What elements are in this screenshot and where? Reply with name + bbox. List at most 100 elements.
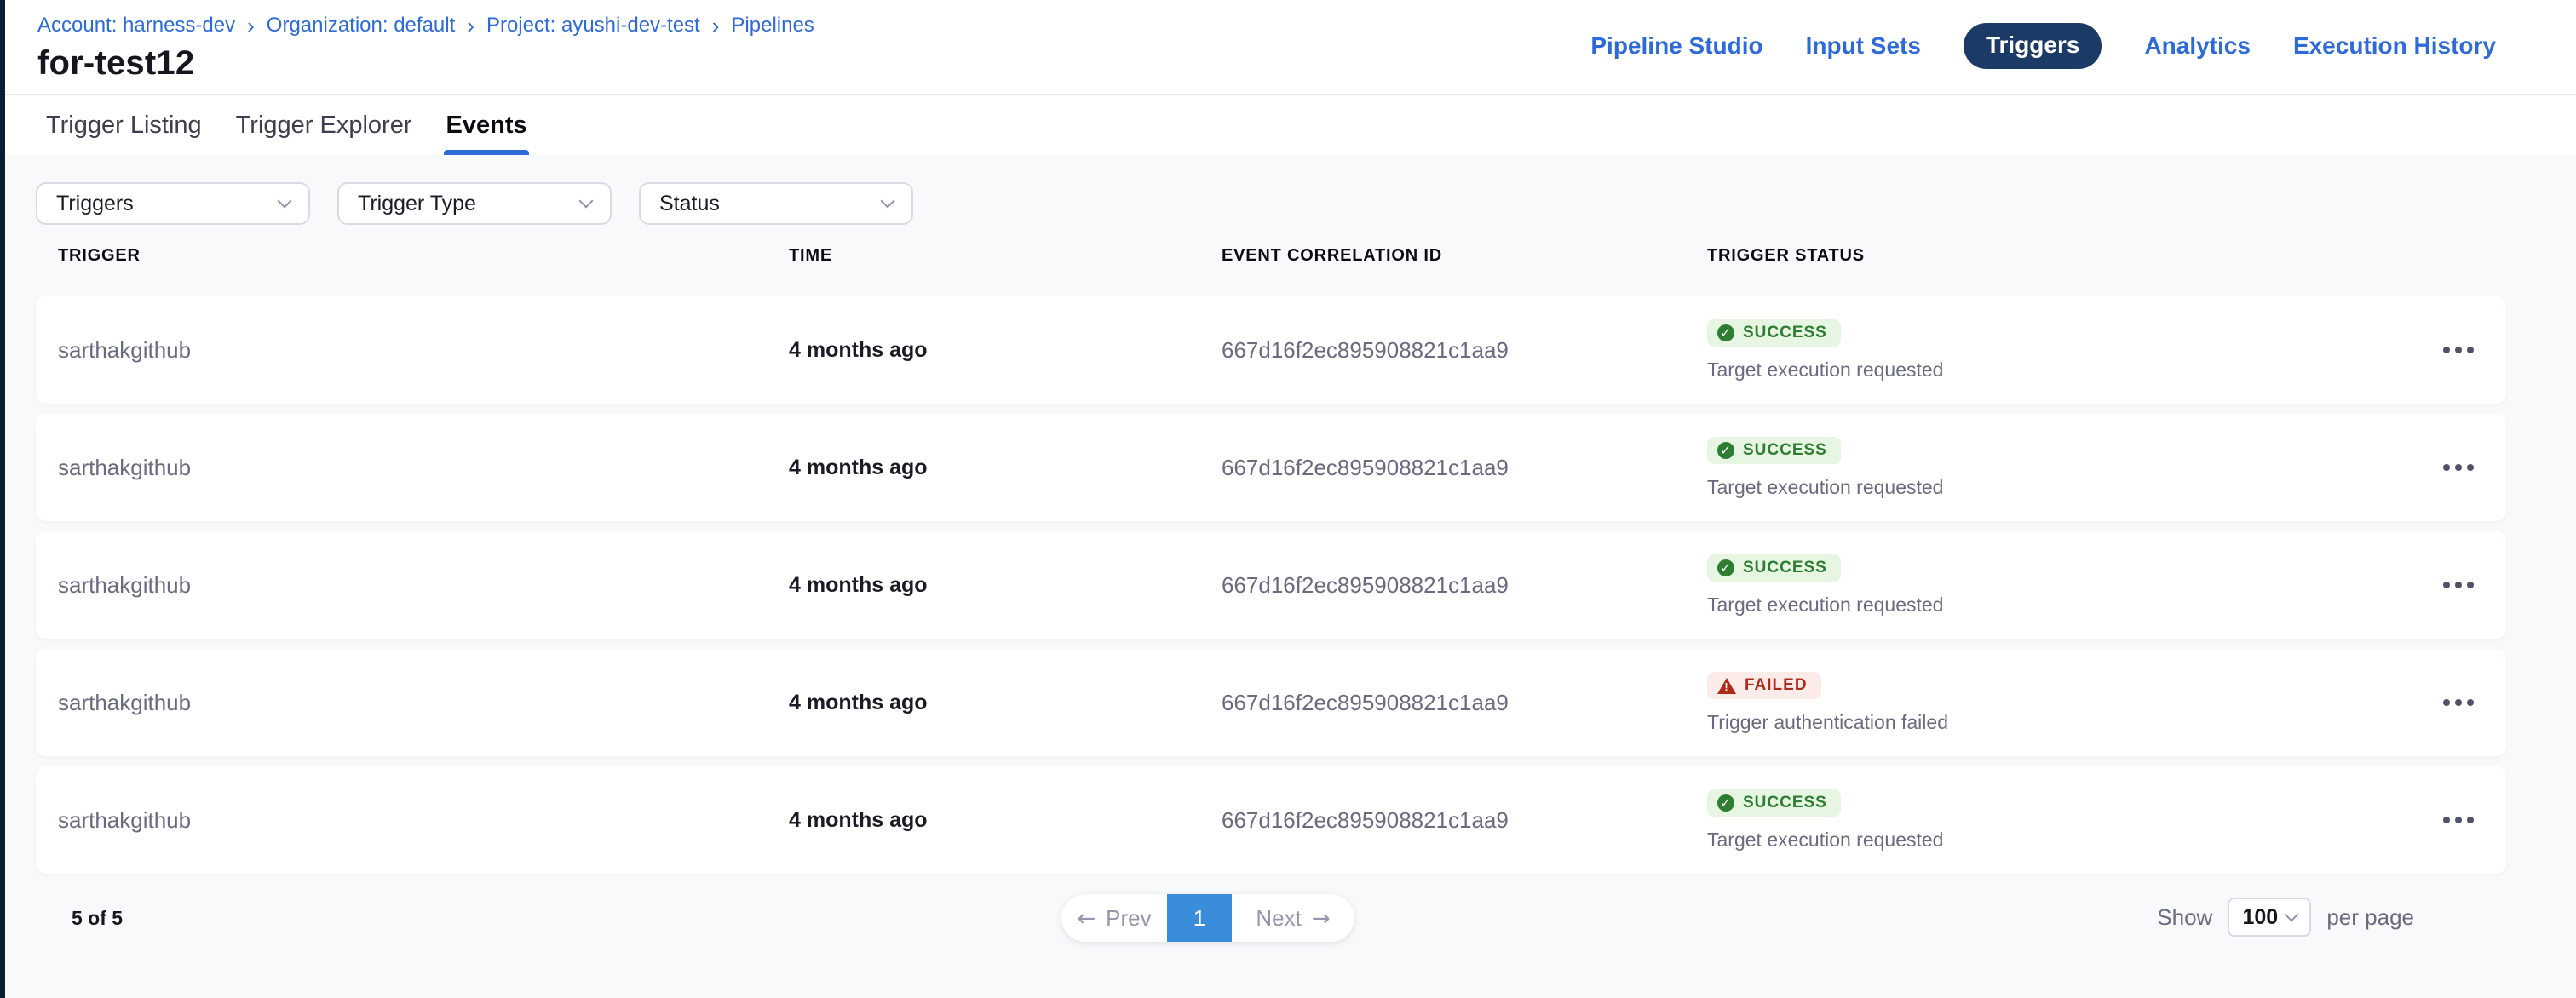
table-row: sarthakgithub 4 months ago 667d16f2ec895… — [36, 531, 2506, 639]
check-circle-icon — [1717, 559, 1734, 576]
chevron-down-icon — [2285, 908, 2299, 922]
trigger-status-cell: SUCCESS Target execution requested — [1707, 319, 2411, 381]
row-options-menu-icon[interactable] — [2411, 677, 2506, 728]
nav-triggers[interactable]: Triggers — [1964, 23, 2102, 69]
row-options-menu-icon[interactable] — [2411, 559, 2506, 611]
tab-trigger-listing[interactable]: Trigger Listing — [46, 95, 202, 155]
dropdown-label: Triggers — [56, 192, 134, 216]
status-filter-dropdown[interactable]: Status — [639, 182, 913, 225]
tab-trigger-explorer[interactable]: Trigger Explorer — [236, 95, 412, 155]
page-number-button[interactable]: 1 — [1167, 894, 1232, 942]
event-correlation-id: 667d16f2ec895908821c1aa9 — [1222, 572, 1707, 599]
trigger-status-cell: SUCCESS Target execution requested — [1707, 789, 2411, 852]
nav-analytics[interactable]: Analytics — [2144, 32, 2251, 60]
status-badge: SUCCESS — [1707, 789, 1841, 817]
status-badge: SUCCESS — [1707, 319, 1841, 347]
table-row: sarthakgithub 4 months ago 667d16f2ec895… — [36, 414, 2506, 521]
page-header: Account: harness-dev › Organization: def… — [0, 0, 2576, 95]
events-content: Triggers Trigger Type Status Trigger Tim… — [0, 155, 2576, 998]
breadcrumb-account[interactable]: Account: harness-dev — [37, 14, 235, 37]
chevron-down-icon — [579, 194, 594, 209]
trigger-status-cell: FAILED Trigger authentication failed — [1707, 672, 2411, 734]
pipeline-top-nav: Pipeline Studio Input Sets Triggers Anal… — [1590, 0, 2496, 92]
status-badge-label: SUCCESS — [1743, 794, 1827, 812]
tab-events[interactable]: Events — [446, 95, 527, 155]
next-label: Next — [1256, 905, 1301, 932]
status-badge-label: SUCCESS — [1743, 441, 1827, 460]
breadcrumb-organization[interactable]: Organization: default — [267, 14, 455, 37]
row-options-menu-icon[interactable] — [2411, 324, 2506, 376]
nav-execution-history[interactable]: Execution History — [2293, 32, 2496, 60]
dropdown-label: Status — [659, 192, 720, 216]
page-size-value: 100 — [2242, 905, 2278, 930]
status-detail: Target execution requested — [1707, 476, 2411, 499]
breadcrumb-pipelines[interactable]: Pipelines — [731, 14, 814, 37]
column-header-event-correlation-id: Event Correlation ID — [1222, 246, 1707, 266]
collapsed-sidebar-strip — [0, 0, 5, 998]
trigger-status-cell: SUCCESS Target execution requested — [1707, 554, 2411, 617]
dropdown-label: Trigger Type — [358, 192, 476, 216]
warning-triangle-icon — [1717, 677, 1736, 694]
tab-label: Trigger Listing — [46, 112, 202, 140]
trigger-name: sarthakgithub — [58, 455, 789, 481]
status-badge: FAILED — [1707, 672, 1821, 699]
row-options-menu-icon[interactable] — [2411, 794, 2506, 846]
table-header-row: Trigger Time Event Correlation ID Trigge… — [36, 244, 2506, 267]
status-detail: Trigger authentication failed — [1707, 711, 2411, 734]
breadcrumb-separator-icon: › — [712, 15, 720, 36]
trigger-status-cell: SUCCESS Target execution requested — [1707, 437, 2411, 499]
table-row: sarthakgithub 4 months ago 667d16f2ec895… — [36, 296, 2506, 404]
trigger-name: sarthakgithub — [58, 572, 789, 599]
prev-page-button[interactable]: Prev — [1061, 894, 1167, 942]
next-page-button[interactable]: Next — [1232, 894, 1354, 942]
list-footer: 5 of 5 Prev 1 Next Show 100 per page — [36, 894, 2506, 942]
chevron-down-icon — [881, 194, 895, 209]
trigger-name: sarthakgithub — [58, 337, 789, 364]
events-list: sarthakgithub 4 months ago 667d16f2ec895… — [36, 296, 2506, 874]
trigger-name: sarthakgithub — [58, 690, 789, 716]
arrow-left-icon — [1077, 905, 1095, 932]
pagination: Prev 1 Next — [1061, 894, 1354, 942]
column-header-trigger-status: Trigger Status — [1707, 246, 2411, 266]
check-circle-icon — [1717, 442, 1734, 459]
event-correlation-id: 667d16f2ec895908821c1aa9 — [1222, 690, 1707, 716]
status-badge-label: SUCCESS — [1743, 324, 1827, 342]
table-row: sarthakgithub 4 months ago 667d16f2ec895… — [36, 649, 2506, 756]
page-size-select[interactable]: 100 — [2228, 898, 2311, 937]
status-detail: Target execution requested — [1707, 358, 2411, 381]
show-label: Show — [2157, 904, 2212, 931]
triggers-filter-dropdown[interactable]: Triggers — [36, 182, 310, 225]
breadcrumb-separator-icon: › — [247, 15, 255, 36]
status-badge-label: FAILED — [1745, 676, 1808, 695]
event-time: 4 months ago — [789, 338, 1222, 363]
nav-pipeline-studio[interactable]: Pipeline Studio — [1590, 32, 1762, 60]
check-circle-icon — [1717, 324, 1734, 341]
event-correlation-id: 667d16f2ec895908821c1aa9 — [1222, 337, 1707, 364]
result-count: 5 of 5 — [72, 894, 123, 942]
trigger-tabbar: Trigger Listing Trigger Explorer Events — [0, 95, 2576, 155]
table-row: sarthakgithub 4 months ago 667d16f2ec895… — [36, 766, 2506, 874]
tab-label: Trigger Explorer — [236, 112, 412, 140]
event-time: 4 months ago — [789, 808, 1222, 833]
nav-input-sets[interactable]: Input Sets — [1806, 32, 1921, 60]
chevron-down-icon — [278, 194, 292, 209]
breadcrumb-project[interactable]: Project: ayushi-dev-test — [486, 14, 700, 37]
filters-row: Triggers Trigger Type Status — [36, 182, 2506, 225]
event-time: 4 months ago — [789, 456, 1222, 480]
row-options-menu-icon[interactable] — [2411, 442, 2506, 493]
per-page-label: per page — [2326, 904, 2414, 931]
column-header-time: Time — [789, 246, 1222, 266]
breadcrumb-separator-icon: › — [467, 15, 474, 36]
status-badge: SUCCESS — [1707, 437, 1841, 464]
status-detail: Target execution requested — [1707, 594, 2411, 617]
event-time: 4 months ago — [789, 691, 1222, 715]
event-correlation-id: 667d16f2ec895908821c1aa9 — [1222, 455, 1707, 481]
page-size-group: Show 100 per page — [2157, 898, 2414, 937]
arrow-right-icon — [1312, 905, 1331, 932]
prev-label: Prev — [1106, 905, 1151, 932]
status-badge-label: SUCCESS — [1743, 559, 1827, 577]
trigger-type-filter-dropdown[interactable]: Trigger Type — [337, 182, 612, 225]
status-detail: Target execution requested — [1707, 829, 2411, 852]
status-badge: SUCCESS — [1707, 554, 1841, 582]
check-circle-icon — [1717, 794, 1734, 812]
